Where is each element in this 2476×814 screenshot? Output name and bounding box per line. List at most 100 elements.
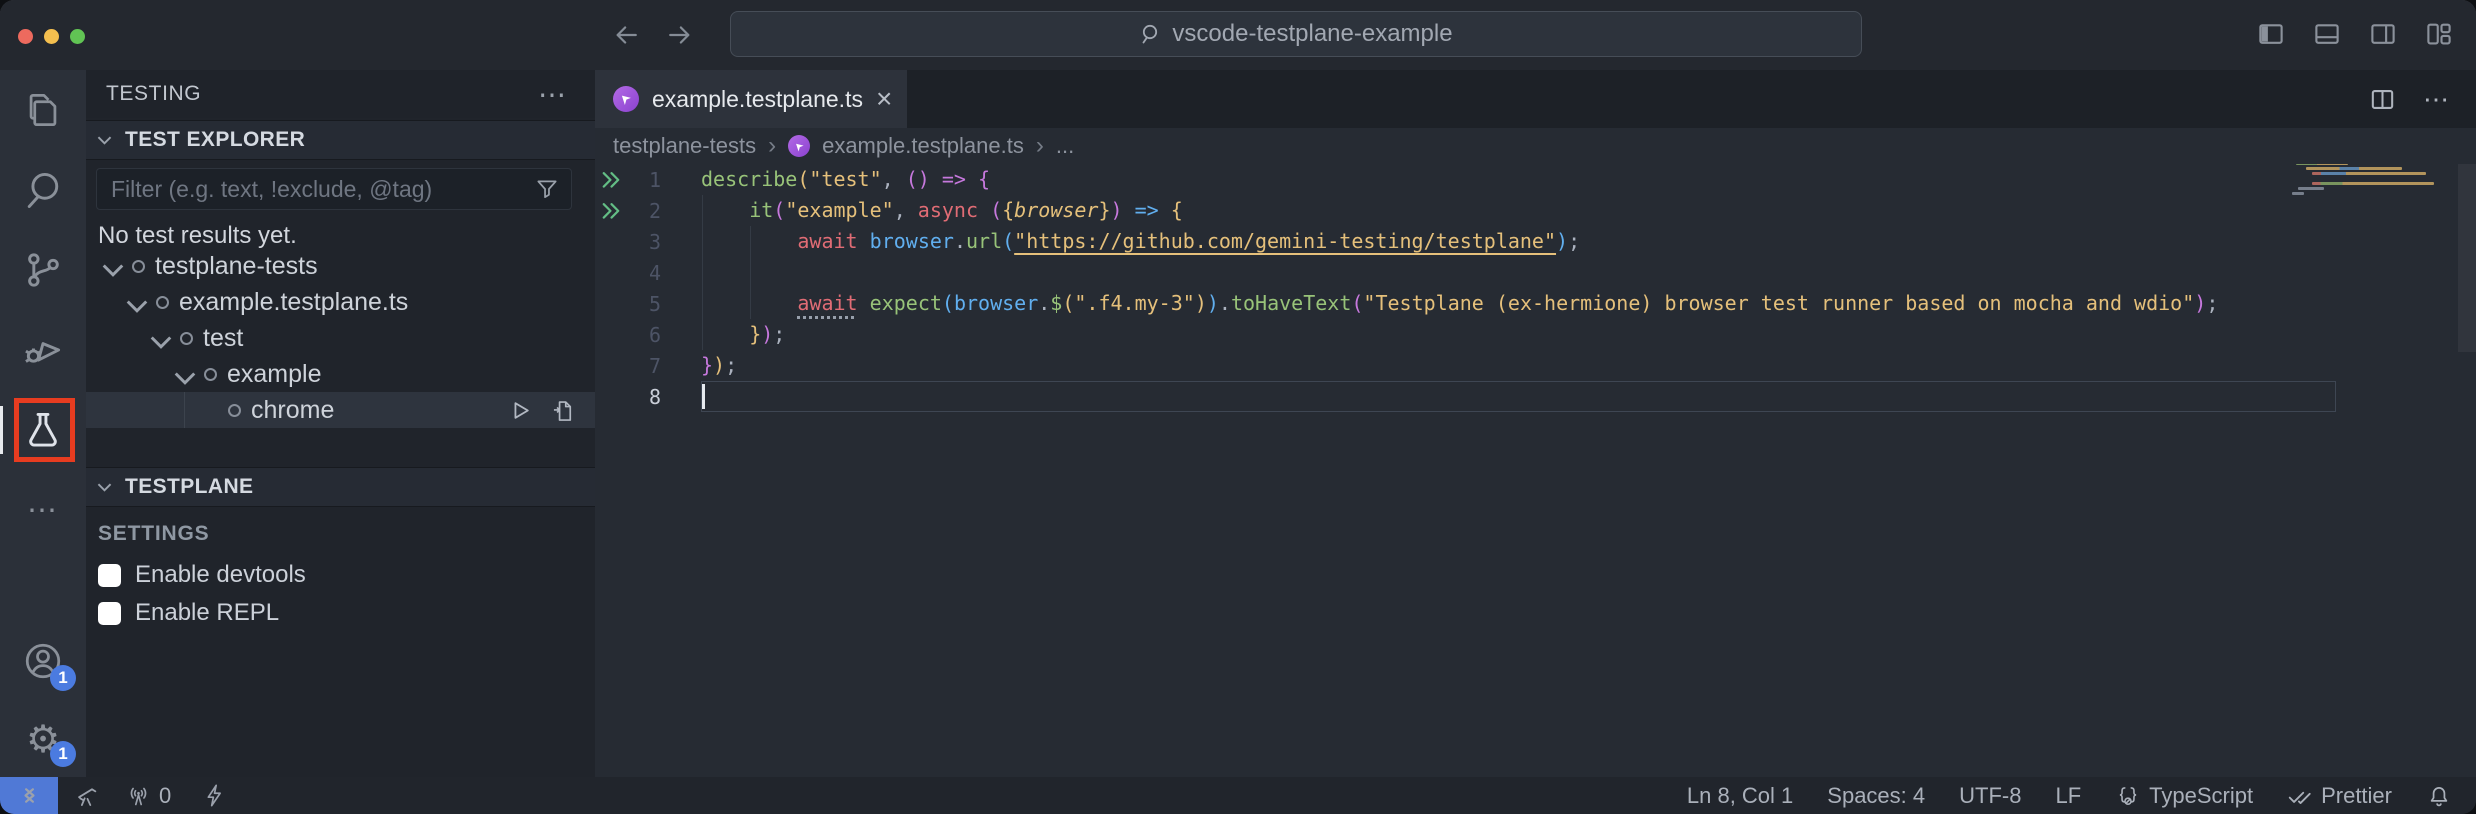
test-filter-input[interactable]	[96, 168, 572, 210]
run-test-gutter-icon[interactable]	[601, 202, 621, 220]
code-token	[978, 198, 990, 222]
code-line-8[interactable]: 8	[595, 381, 2476, 412]
section-test-explorer[interactable]: TEST EXPLORER	[86, 120, 595, 160]
annotation-highlight-box	[14, 398, 75, 462]
breadcrumb-item[interactable]: example.testplane.ts	[822, 133, 1024, 159]
toggle-sidebar-icon[interactable]	[2256, 19, 2286, 49]
code-line-4[interactable]: 4	[595, 257, 2476, 288]
tab-bar: example.testplane.ts × ⋯	[595, 70, 2476, 128]
activity-source-control[interactable]	[0, 230, 86, 310]
navigate-forward-icon[interactable]	[664, 20, 694, 50]
navigate-back-icon[interactable]	[612, 20, 642, 50]
checkbox[interactable]	[98, 602, 121, 625]
code-token: {	[1171, 198, 1183, 222]
status-encoding[interactable]: UTF-8	[1959, 783, 2021, 809]
setting-enable-repl[interactable]: Enable REPL	[98, 594, 583, 632]
minimap[interactable]	[2278, 164, 2438, 202]
chevron-down-icon[interactable]	[172, 367, 198, 381]
checkbox[interactable]	[98, 564, 121, 587]
code-token: describe	[701, 167, 797, 191]
close-tab-icon[interactable]: ×	[876, 85, 892, 113]
filter-icon[interactable]	[534, 176, 560, 202]
code-token: ;	[2206, 291, 2218, 315]
minimize-window-button[interactable]	[44, 29, 59, 44]
code-token	[1123, 198, 1135, 222]
activity-more[interactable]: ⋯	[0, 470, 86, 550]
code-token: =>	[942, 167, 966, 191]
testplane-file-icon	[788, 135, 810, 157]
code-line-6[interactable]: 6});	[595, 319, 2476, 350]
go-to-test-icon[interactable]	[550, 397, 577, 424]
status-formatter[interactable]: Prettier	[2287, 783, 2392, 809]
toggle-panel-icon[interactable]	[2312, 19, 2342, 49]
chevron-down-icon[interactable]	[124, 295, 150, 309]
chevron-down-icon[interactable]	[148, 331, 174, 345]
code-line-7[interactable]: 7});	[595, 350, 2476, 381]
section-testplane[interactable]: TESTPLANE	[86, 467, 595, 507]
tree-item-test[interactable]: test	[86, 320, 595, 356]
accounts-button[interactable]: 1	[0, 621, 86, 701]
test-state-icon	[180, 332, 193, 345]
zoom-window-button[interactable]	[70, 29, 85, 44]
status-label: Ln 8, Col 1	[1687, 783, 1793, 809]
activity-search[interactable]	[0, 150, 86, 230]
feedback-telescope-icon[interactable]	[74, 782, 101, 809]
close-window-button[interactable]	[18, 29, 33, 44]
code-line-1[interactable]: 1describe("test", () => {	[595, 164, 2476, 195]
code-token: .	[1038, 291, 1050, 315]
activity-run-debug[interactable]	[0, 310, 86, 390]
run-test-gutter-icon[interactable]	[601, 171, 621, 189]
code-line-3[interactable]: 3await browser.url("https://github.com/g…	[595, 226, 2476, 257]
command-center-search[interactable]: vscode-testplane-example	[730, 11, 1862, 57]
split-editor-icon[interactable]	[2368, 85, 2397, 114]
settings-button[interactable]: ⚙ 1	[0, 701, 86, 777]
code-line-5[interactable]: 5await expect(browser.$(".f4.my-3")).toH…	[595, 288, 2476, 319]
window-controls	[18, 29, 85, 44]
sidebar-title-row: TESTING ⋯	[86, 70, 595, 118]
code-token: )	[1556, 229, 1568, 253]
activity-spacer	[0, 550, 86, 621]
code-token: )	[1111, 198, 1123, 222]
status-notifications[interactable]	[2426, 783, 2452, 809]
tree-item-example[interactable]: example	[86, 356, 595, 392]
chevron-down-icon[interactable]	[100, 259, 126, 273]
editor-more-actions-icon[interactable]: ⋯	[2423, 84, 2452, 115]
status-language-mode[interactable]: TypeScript	[2115, 783, 2253, 809]
activity-testing[interactable]	[0, 390, 86, 470]
breadcrumb-item[interactable]: ...	[1056, 133, 1074, 159]
gutter-spacer	[601, 388, 621, 406]
gutter-spacer	[601, 264, 621, 282]
activity-bar: ⋯ 1 ⚙ 1	[0, 70, 86, 777]
test-filter	[96, 168, 572, 210]
titlebar: vscode-testplane-example	[0, 0, 2476, 70]
breadcrumb-separator-icon: ›	[1036, 132, 1044, 160]
settings-badge: 1	[50, 741, 76, 767]
scrollbar[interactable]	[2458, 164, 2476, 352]
tree-item-chrome[interactable]: chrome	[86, 392, 595, 428]
status-indentation[interactable]: Spaces: 4	[1827, 783, 1925, 809]
code-token: .	[1219, 291, 1231, 315]
breadcrumb-item[interactable]: testplane-tests	[613, 133, 756, 159]
run-test-icon[interactable]	[507, 397, 534, 424]
activity-explorer[interactable]	[0, 70, 86, 150]
tab-example-testplane-ts[interactable]: example.testplane.ts ×	[595, 70, 907, 128]
customize-layout-icon[interactable]	[2424, 19, 2454, 49]
code-editor[interactable]: 1describe("test", () => {2it("example", …	[595, 164, 2476, 777]
sidebar-more-actions-icon[interactable]: ⋯	[538, 78, 569, 111]
code-token: it	[749, 198, 773, 222]
code-token: )	[1207, 291, 1219, 315]
code-line-2[interactable]: 2it("example", async ({browser}) => {	[595, 195, 2476, 226]
setting-enable-devtools[interactable]: Enable devtools	[98, 556, 583, 594]
files-icon	[21, 88, 65, 132]
line-number: 5	[649, 292, 701, 316]
power-lightning-icon[interactable]	[201, 782, 228, 809]
toggle-secondary-sidebar-icon[interactable]	[2368, 19, 2398, 49]
code-token: (	[1351, 291, 1363, 315]
code-token: browser	[870, 229, 954, 253]
ports-status[interactable]: 0	[125, 782, 171, 809]
status-eol[interactable]: LF	[2055, 783, 2081, 809]
tree-item-example-testplane-ts[interactable]: example.testplane.ts	[86, 284, 595, 320]
status-cursor-position[interactable]: Ln 8, Col 1	[1687, 783, 1793, 809]
remote-indicator[interactable]	[0, 777, 58, 814]
tree-item-testplane-tests[interactable]: testplane-tests	[86, 248, 595, 284]
